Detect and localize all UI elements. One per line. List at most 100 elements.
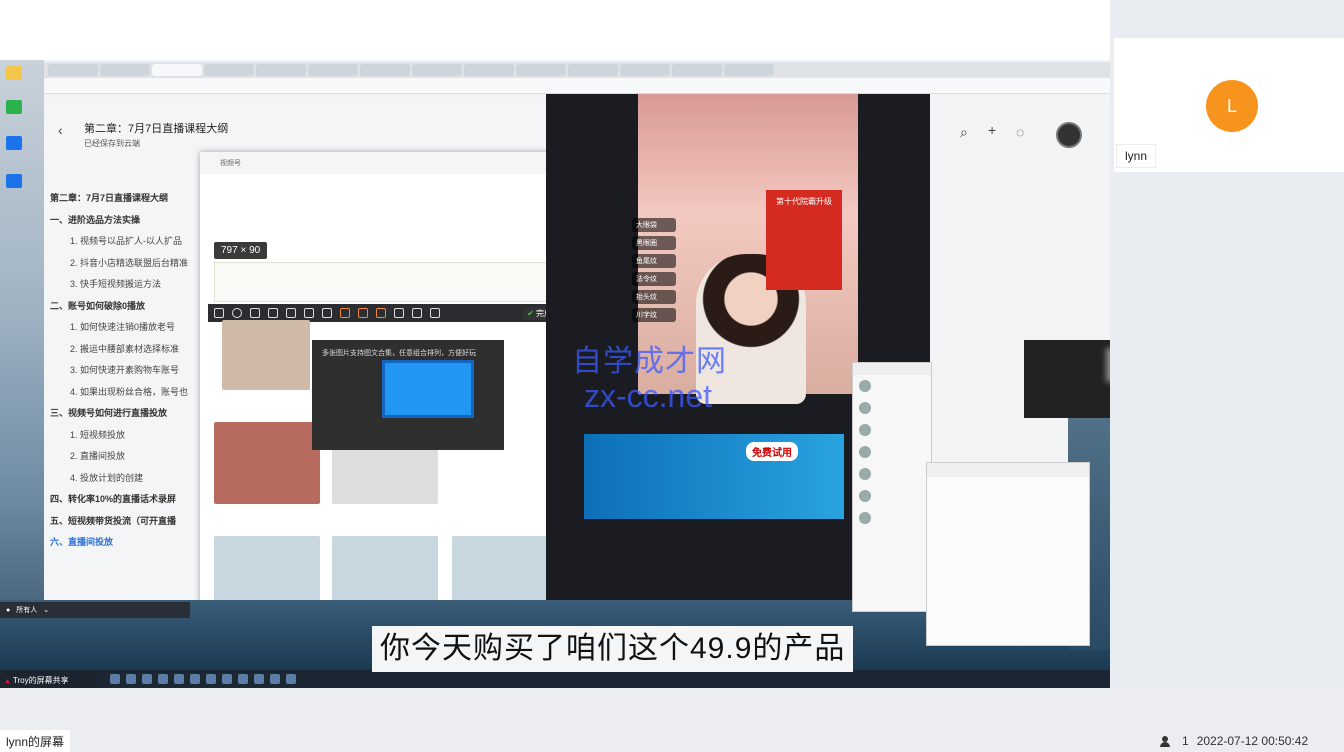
browser-tab[interactable] (516, 64, 566, 76)
taskbar-icon[interactable] (158, 674, 168, 684)
avatar[interactable] (1056, 122, 1082, 148)
rectangle-tool-icon[interactable] (214, 308, 224, 318)
outline-item[interactable]: 第二章：7月7日直播课程大纲 (50, 191, 210, 213)
outline-item[interactable]: 六、直播间投放 (50, 535, 210, 557)
pin-icon[interactable] (394, 308, 404, 318)
list-item[interactable] (853, 485, 931, 507)
browser-tab[interactable] (464, 64, 514, 76)
popup-text: 多张图片支持图文合集，任意组合排列，方便好玩 (322, 350, 476, 357)
chat-header (927, 463, 1089, 477)
free-trial-badge[interactable]: 免费试用 (746, 442, 798, 461)
search-icon[interactable]: ⌕ (960, 124, 968, 141)
taskbar-icon[interactable] (126, 674, 136, 684)
avatar (859, 424, 871, 436)
tag-chip: 大眼袋 (632, 218, 676, 232)
taskbar-icon[interactable] (286, 674, 296, 684)
outline-item[interactable]: 二、账号如何破除0播放 (50, 299, 210, 321)
sticker-icon[interactable] (340, 308, 350, 318)
list-item[interactable] (853, 397, 931, 419)
chat-target[interactable]: 所有人 (16, 605, 37, 615)
top-strip (0, 0, 1110, 60)
video-thumbnail[interactable] (452, 536, 560, 606)
outline-item[interactable]: 1. 如何快速注销0播放老号 (50, 320, 210, 342)
outline-item[interactable]: 1. 视频号以品扩人-以人扩品 (50, 234, 210, 256)
status-area: 1 2022-07-12 00:50:42 (1160, 734, 1308, 748)
chevron-down-icon[interactable]: ⌄ (43, 606, 49, 614)
browser-tab[interactable] (360, 64, 410, 76)
outline-item[interactable]: 2. 抖音小店精选联盟后台精准 (50, 256, 210, 278)
browser-tab[interactable] (724, 64, 774, 76)
arrow-tool-icon[interactable] (250, 308, 260, 318)
video-thumbnail[interactable] (222, 320, 310, 390)
taskbar-icon[interactable] (190, 674, 200, 684)
subtitle-caption: 你今天购买了咱们这个49.9的产品 (372, 626, 854, 672)
list-item[interactable] (853, 441, 931, 463)
browser-tab[interactable] (412, 64, 462, 76)
screen-label: lynn的屏幕 (0, 730, 71, 752)
browser-tab[interactable] (568, 64, 618, 76)
undo-icon[interactable] (322, 308, 332, 318)
outline-item[interactable]: 2. 直播间投放 (50, 449, 210, 471)
taskbar-icon[interactable] (254, 674, 264, 684)
wechat-header: 视频号 (200, 152, 580, 174)
taskbar-icon[interactable] (206, 674, 216, 684)
outline-item[interactable]: 3. 快手短视频搬运方法 (50, 277, 210, 299)
download-icon[interactable] (412, 308, 422, 318)
outline-item[interactable]: 2. 搬运中腰部素材选择标准 (50, 342, 210, 364)
taskbar-icon[interactable] (238, 674, 248, 684)
size-badge: 797 × 90 (214, 242, 268, 259)
promo-card: 第十代院霸升级 (766, 190, 842, 290)
video-thumbnail[interactable] (332, 536, 438, 606)
taskbar-icon[interactable] (270, 674, 280, 684)
ellipse-tool-icon[interactable] (232, 308, 242, 318)
video-thumbnail[interactable] (214, 536, 320, 606)
participants-icon[interactable] (1160, 736, 1174, 747)
participant-avatar: L (1206, 80, 1258, 132)
browser-tab[interactable] (620, 64, 670, 76)
outline-item[interactable]: 三、视频号如何进行直播投放 (50, 406, 210, 428)
outline-item[interactable]: 3. 如何快速开素购物车账号 (50, 363, 210, 385)
sticker-icon[interactable] (376, 308, 386, 318)
chat-window (926, 462, 1090, 646)
list-item[interactable] (853, 507, 931, 529)
text-tool-icon[interactable] (286, 308, 296, 318)
product-banner (584, 434, 844, 519)
browser-tab[interactable] (204, 64, 254, 76)
participants-panel: L lynn (1110, 0, 1344, 752)
outline-item[interactable]: 一、进阶选品方法实操 (50, 213, 210, 235)
taskbar-icon[interactable] (110, 674, 120, 684)
tag-chip: 黑眼圈 (632, 236, 676, 250)
browser-tab[interactable] (152, 64, 202, 76)
back-icon[interactable]: ‹ (58, 122, 63, 138)
list-item[interactable] (853, 375, 931, 397)
bottom-bar (0, 688, 1344, 752)
browser-tab[interactable] (308, 64, 358, 76)
outline-item[interactable]: 4. 如果出现粉丝合格，账号也 (50, 385, 210, 407)
list-item[interactable] (853, 419, 931, 441)
mosaic-tool-icon[interactable] (304, 308, 314, 318)
meeting-chat-bar[interactable]: ● 所有人 ⌄ (0, 602, 190, 618)
outline-item[interactable]: 1. 短视频投放 (50, 428, 210, 450)
browser-tab[interactable] (256, 64, 306, 76)
timestamp: 2022-07-12 00:50:42 (1196, 734, 1309, 748)
plus-icon[interactable]: + (988, 122, 996, 138)
location-icon[interactable]: ◌ (1016, 124, 1024, 140)
participant-card[interactable]: L lynn (1114, 38, 1344, 172)
outline-item[interactable]: 四、转化率10%的直播话术录屏 (50, 492, 210, 514)
pen-tool-icon[interactable] (268, 308, 278, 318)
video-thumbnail[interactable] (214, 422, 320, 504)
avatar (859, 468, 871, 480)
browser-tab[interactable] (672, 64, 722, 76)
shared-screen: ‹ 第二章：7月7日直播课程大纲 已经保存到云端 第二章：7月7日直播课程大纲一… (0, 60, 1110, 688)
browser-tab[interactable] (48, 64, 98, 76)
taskbar-icon[interactable] (142, 674, 152, 684)
browser-tab[interactable] (100, 64, 150, 76)
taskbar-icon[interactable] (222, 674, 232, 684)
outline-item[interactable]: 五、短视频带货投流（可开直播 (50, 514, 210, 536)
sticker-icon[interactable] (358, 308, 368, 318)
taskbar-icon[interactable] (174, 674, 184, 684)
comment-icon[interactable] (430, 308, 440, 318)
address-bar[interactable] (44, 78, 1110, 94)
list-item[interactable] (853, 463, 931, 485)
outline-item[interactable]: 4. 投放计划的创建 (50, 471, 210, 493)
